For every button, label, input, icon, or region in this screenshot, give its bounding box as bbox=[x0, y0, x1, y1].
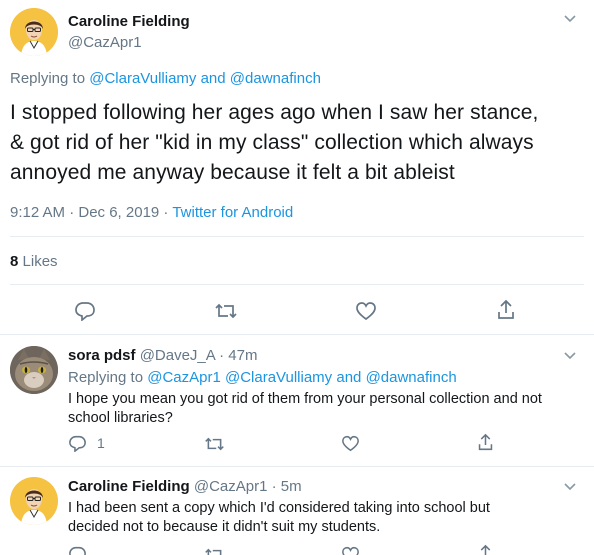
reply1-header: sora pdsf @DaveJ_A · 47m bbox=[68, 347, 257, 364]
share-icon[interactable] bbox=[496, 299, 516, 321]
reply-icon[interactable] bbox=[74, 301, 96, 321]
reply1-retweet-icon[interactable] bbox=[204, 436, 225, 452]
reply1-replying-to: Replying to @CazApr1 @ClaraVulliamy and … bbox=[68, 369, 457, 386]
divider-likes bbox=[10, 284, 584, 285]
reply2-line-1: I had been sent a copy which I'd conside… bbox=[68, 500, 490, 516]
replying-prefix: Replying to bbox=[10, 70, 86, 87]
reply1-reply-count: 1 bbox=[97, 435, 105, 451]
main-tweet-line-3: annoyed me anyway because it felt a bit … bbox=[10, 161, 455, 184]
reply2-time[interactable]: · 5m bbox=[272, 478, 302, 495]
divider-main bbox=[0, 334, 594, 335]
reply2-author-handle[interactable]: @CazApr1 bbox=[194, 478, 268, 495]
reply1-text: I hope you mean you got rid of them from… bbox=[68, 390, 542, 428]
reply1-chevron-down-icon[interactable] bbox=[563, 351, 577, 361]
main-tweet-line-1: I stopped following her ages ago when I … bbox=[10, 101, 539, 124]
reply1-author-handle[interactable]: @DaveJ_A bbox=[140, 347, 215, 364]
divider-reply1 bbox=[0, 466, 594, 467]
reply1-mention-claravulliamy[interactable]: @ClaraVulliamy bbox=[225, 369, 332, 386]
main-tweet-meta: 9:12 AM · Dec 6, 2019 · Twitter for Andr… bbox=[10, 204, 293, 221]
reply2-text: I had been sent a copy which I'd conside… bbox=[68, 499, 490, 537]
reply1-time[interactable]: · 47m bbox=[219, 347, 257, 364]
reply2-author-name[interactable]: Caroline Fielding bbox=[68, 478, 190, 495]
reply1-reply-icon[interactable] bbox=[68, 435, 87, 452]
main-timestamp[interactable]: 9:12 AM · Dec 6, 2019 · bbox=[10, 204, 168, 221]
reply1-line-2: school libraries? bbox=[68, 410, 173, 426]
reply2-retweet-icon[interactable] bbox=[204, 547, 225, 555]
reply1-mention-cazapr1[interactable]: @CazApr1 bbox=[147, 369, 221, 386]
main-author-handle[interactable]: @CazApr1 bbox=[68, 34, 142, 51]
reply2-chevron-down-icon[interactable] bbox=[563, 482, 577, 492]
reply1-mention-and[interactable]: and bbox=[336, 369, 361, 386]
reply1-mention-dawnafinch[interactable]: @dawnafinch bbox=[366, 369, 457, 386]
reply1-replying-prefix: Replying to bbox=[68, 369, 144, 386]
reply2-like-icon[interactable] bbox=[341, 546, 360, 555]
divider-meta bbox=[10, 236, 584, 237]
reply1-author-name[interactable]: sora pdsf bbox=[68, 347, 136, 364]
reply2-reply-icon[interactable] bbox=[68, 546, 87, 555]
mention-and[interactable]: and bbox=[201, 70, 226, 87]
mention-dawnafinch[interactable]: @dawnafinch bbox=[230, 70, 321, 87]
reply1-share-icon[interactable] bbox=[477, 433, 494, 452]
main-source[interactable]: Twitter for Android bbox=[172, 204, 293, 221]
retweet-icon[interactable] bbox=[214, 302, 238, 320]
reply2-line-2: decided not to because it didn't suit my… bbox=[68, 519, 381, 535]
mention-claravulliamy[interactable]: @ClaraVulliamy bbox=[89, 70, 196, 87]
main-likes[interactable]: 8 Likes bbox=[10, 253, 58, 270]
avatar-caroline-reply-illustration bbox=[10, 477, 58, 525]
likes-label: Likes bbox=[22, 253, 58, 270]
main-author-name[interactable]: Caroline Fielding bbox=[68, 13, 190, 30]
avatar-caroline-reply[interactable] bbox=[10, 477, 58, 525]
reply1-line-1: I hope you mean you got rid of them from… bbox=[68, 391, 542, 407]
like-icon[interactable] bbox=[355, 301, 377, 321]
avatar-caroline-illustration bbox=[10, 8, 58, 56]
chevron-down-icon[interactable] bbox=[563, 14, 577, 24]
avatar-sora-illustration bbox=[10, 346, 58, 394]
main-tweet-line-2: & got rid of her "kid in my class" colle… bbox=[10, 131, 534, 154]
avatar-sora[interactable] bbox=[10, 346, 58, 394]
reply2-header: Caroline Fielding @CazApr1 · 5m bbox=[68, 478, 302, 495]
likes-count: 8 bbox=[10, 253, 19, 270]
main-tweet-text: I stopped following her ages ago when I … bbox=[10, 98, 539, 188]
avatar-caroline[interactable] bbox=[10, 8, 58, 56]
main-replying-to: Replying to @ClaraVulliamy and @dawnafin… bbox=[10, 70, 321, 87]
reply1-like-icon[interactable] bbox=[341, 435, 360, 452]
reply2-share-icon[interactable] bbox=[477, 544, 494, 555]
